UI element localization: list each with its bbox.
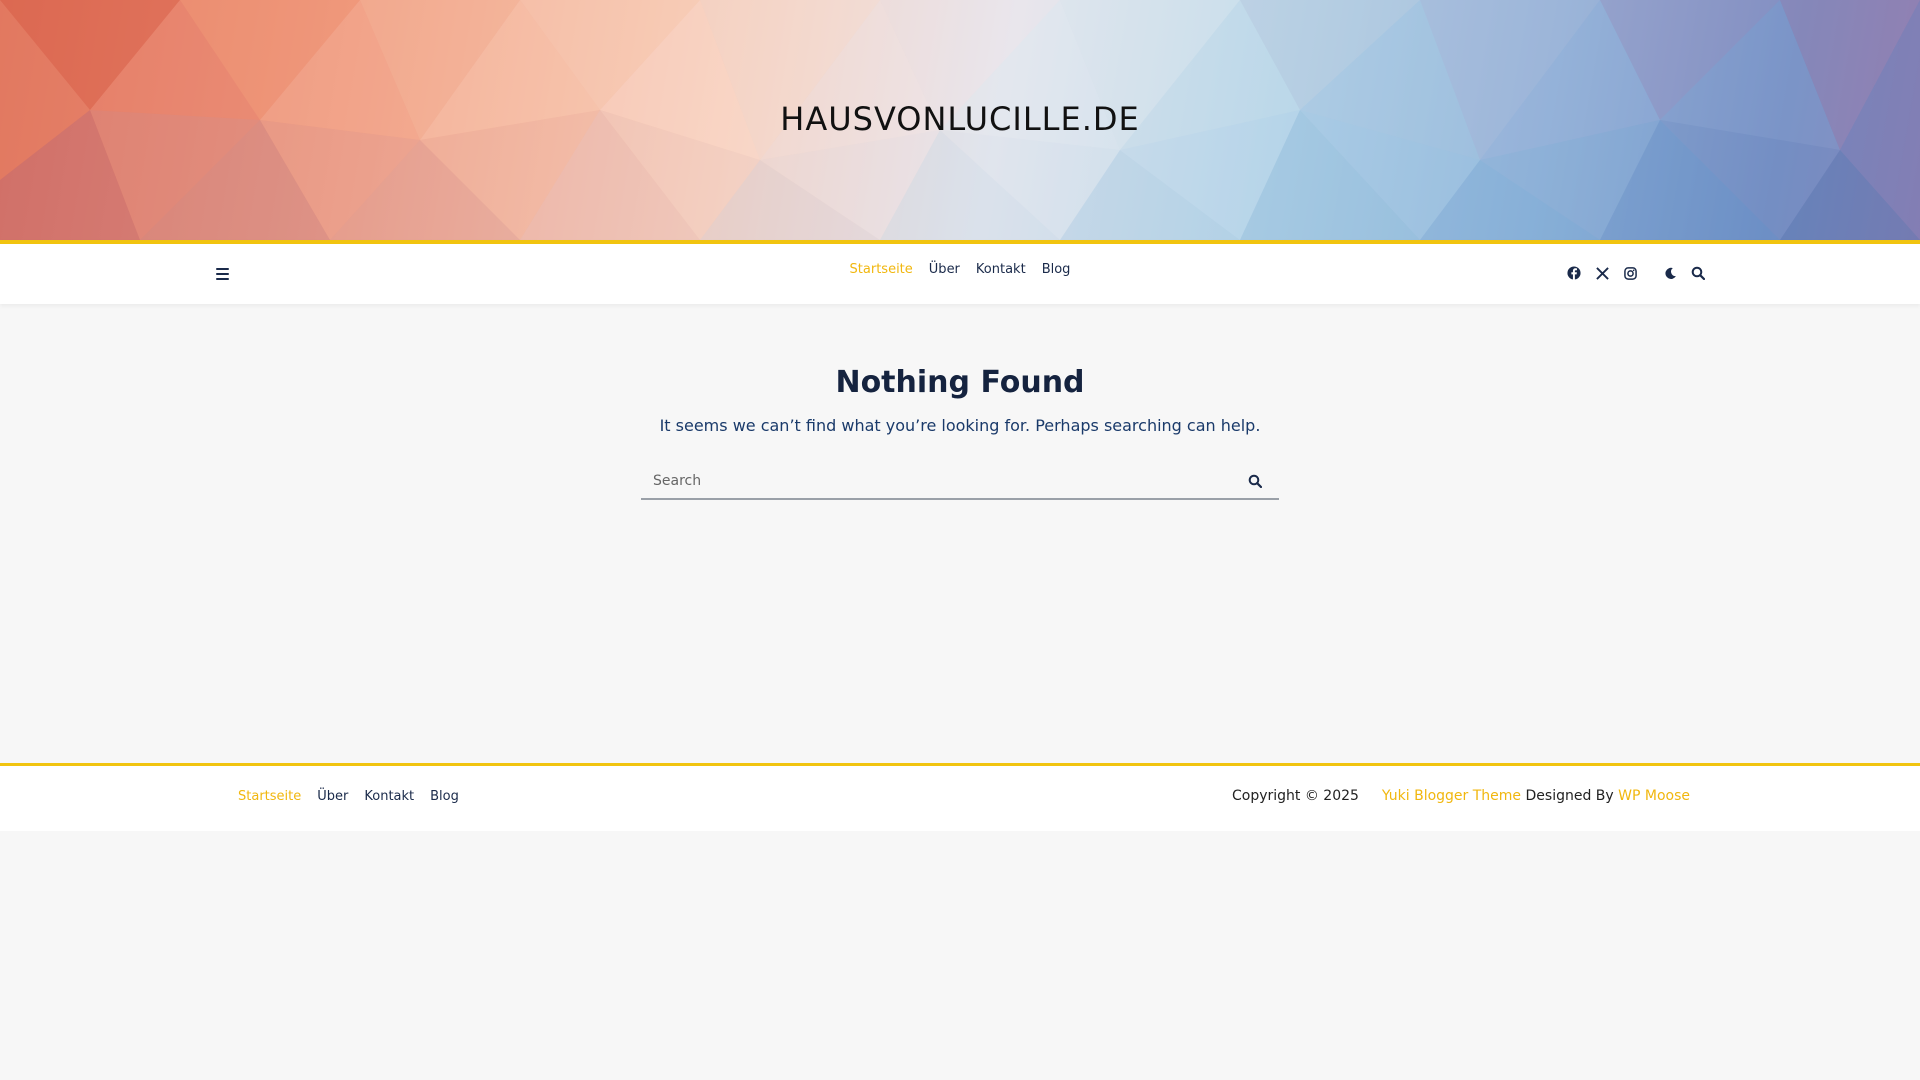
main-navigation: Startseite Über Kontakt Blog xyxy=(0,240,1920,304)
site-footer: Startseite Über Kontakt Blog Copyright ©… xyxy=(0,763,1920,831)
search-icon[interactable] xyxy=(1690,265,1706,281)
nav-item-startseite[interactable]: Startseite xyxy=(850,262,913,277)
x-twitter-icon[interactable] xyxy=(1594,265,1610,281)
theme-link[interactable]: Yuki Blogger Theme xyxy=(1382,788,1521,804)
page-title: Nothing Found xyxy=(835,365,1085,400)
facebook-icon[interactable] xyxy=(1566,265,1582,281)
footer-item-startseite[interactable]: Startseite xyxy=(238,789,301,804)
content-area: Nothing Found It seems we can’t find wha… xyxy=(0,365,1920,435)
header-icons xyxy=(1566,264,1706,282)
designed-by-text: Designed By xyxy=(1525,788,1614,804)
nav-item-kontakt[interactable]: Kontakt xyxy=(976,262,1026,277)
search-input[interactable] xyxy=(641,464,1231,498)
search-submit-button[interactable] xyxy=(1247,473,1263,489)
footer-credits: Copyright © 2025 Yuki Blogger Theme Desi… xyxy=(1232,788,1690,804)
footer-item-ueber[interactable]: Über xyxy=(317,789,348,804)
search-form xyxy=(641,464,1279,500)
author-link[interactable]: WP Moose xyxy=(1618,788,1690,804)
nav-item-blog[interactable]: Blog xyxy=(1042,262,1071,277)
copyright-text: Copyright © 2025 xyxy=(1231,788,1359,804)
header-banner: HAUSVONLUCILLE.DE xyxy=(0,0,1920,240)
footer-item-kontakt[interactable]: Kontakt xyxy=(364,789,414,804)
search-icon xyxy=(1248,474,1262,488)
footer-menu: Startseite Über Kontakt Blog xyxy=(238,789,459,804)
nav-item-ueber[interactable]: Über xyxy=(929,262,960,277)
moon-icon[interactable] xyxy=(1662,265,1678,281)
instagram-icon[interactable] xyxy=(1622,265,1638,281)
footer-item-blog[interactable]: Blog xyxy=(430,789,459,804)
site-title[interactable]: HAUSVONLUCILLE.DE xyxy=(0,100,1920,138)
not-found-message: It seems we can’t find what you’re looki… xyxy=(659,416,1261,435)
